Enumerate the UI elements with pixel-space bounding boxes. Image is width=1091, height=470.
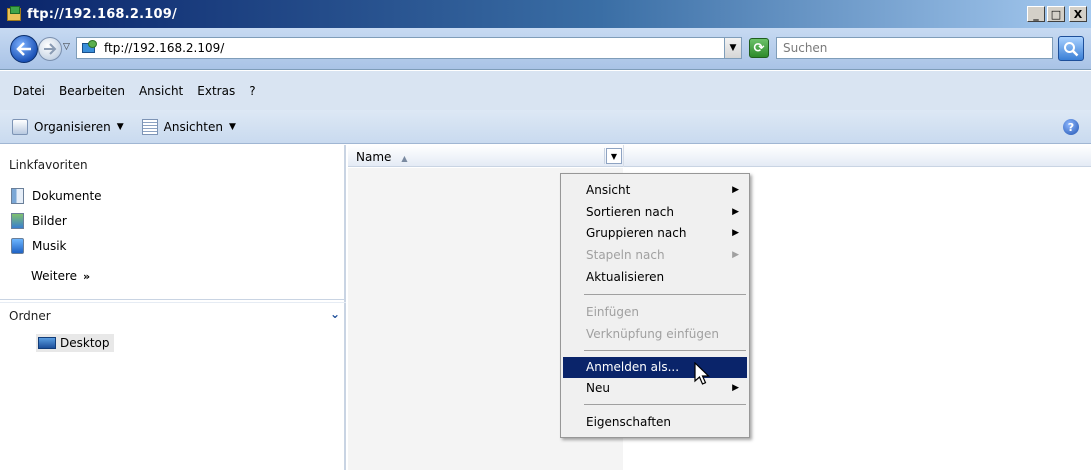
help-icon[interactable]: ? (1063, 119, 1079, 135)
music-icon (11, 238, 24, 254)
organize-button[interactable]: Organisieren ▼ (12, 118, 124, 135)
menu-view[interactable]: Ansicht (132, 84, 190, 98)
menu-extras[interactable]: Extras (190, 84, 242, 98)
menu-edit[interactable]: Bearbeiten (52, 84, 132, 98)
address-field[interactable]: ftp://192.168.2.109/ ▼ (76, 37, 742, 59)
maximize-button[interactable]: □ (1047, 6, 1065, 22)
ctx-item-new[interactable]: Neu ▶ (563, 378, 747, 399)
address-text: ftp://192.168.2.109/ (104, 41, 225, 55)
menu-separator (584, 294, 746, 295)
ctx-item-paste: Einfügen (586, 305, 639, 319)
views-icon (141, 118, 158, 135)
search-icon (1064, 41, 1079, 56)
submenu-arrow-icon: ▶ (732, 228, 739, 238)
ctx-item-login-as[interactable]: Anmelden als... (563, 357, 747, 378)
ctx-item-properties[interactable]: Eigenschaften (563, 412, 747, 433)
ctx-item-view[interactable]: Ansicht ▶ (563, 180, 747, 201)
column-header-row: Name ▲ ▼ (348, 145, 1091, 167)
submenu-arrow-icon: ▶ (732, 207, 739, 217)
title-bar: ftp://192.168.2.109/ _ □ X (0, 0, 1091, 28)
tree-item-label: Desktop (60, 336, 110, 350)
menu-separator (584, 350, 746, 351)
command-toolbar: Organisieren ▼ Ansichten ▼ ? (0, 110, 1091, 144)
pictures-icon (11, 213, 24, 229)
double-chevron-icon: » (83, 270, 91, 283)
favorite-label: Bilder (32, 214, 67, 228)
column-filter-dropdown-icon[interactable]: ▼ (606, 148, 622, 164)
chevron-down-icon[interactable]: ⌄ (330, 307, 340, 321)
ctx-item-sort-by[interactable]: Sortieren nach ▶ (563, 202, 747, 223)
column-border (623, 145, 624, 167)
organize-icon (12, 118, 28, 135)
more-label: Weitere (31, 269, 78, 283)
ctx-item-paste-shortcut: Verknüpfung einfügen (586, 327, 719, 341)
history-dropdown-icon[interactable]: ▽ (63, 42, 70, 52)
documents-icon (11, 188, 24, 204)
menu-file[interactable]: Datei (6, 84, 52, 98)
submenu-arrow-icon: ▶ (732, 250, 739, 260)
submenu-arrow-icon: ▶ (732, 185, 739, 195)
pane-divider-shadow (0, 302, 346, 303)
ctx-item-group-by[interactable]: Gruppieren nach ▶ (563, 223, 747, 244)
organize-label: Organisieren (34, 119, 111, 134)
search-button[interactable] (1058, 36, 1084, 61)
organize-dropdown-icon: ▼ (116, 121, 124, 132)
ftp-folder-icon (6, 5, 23, 23)
context-menu: Ansicht ▶ Sortieren nach ▶ Gruppieren nach… (560, 173, 750, 438)
window-title: ftp://192.168.2.109/ (27, 6, 177, 22)
search-input[interactable] (776, 37, 1053, 59)
menu-separator (584, 404, 746, 405)
views-button[interactable]: Ansichten ▼ (141, 118, 236, 135)
menu-help[interactable]: ? (242, 84, 262, 98)
forward-arrow-icon (44, 43, 57, 55)
refresh-icon: ⟳ (753, 40, 765, 56)
favorite-pictures[interactable]: Bilder (11, 213, 67, 229)
desktop-icon (38, 337, 56, 349)
favorite-label: Dokumente (32, 189, 102, 203)
minimize-button[interactable]: _ (1027, 6, 1045, 22)
back-arrow-icon (16, 42, 31, 56)
ctx-item-stack-by: Stapeln nach ▶ (563, 245, 747, 266)
pane-divider (0, 299, 346, 300)
navigation-pane: Linkfavoriten Dokumente Bilder Musik Wei… (0, 145, 346, 470)
tree-item-desktop[interactable]: Desktop (36, 334, 114, 352)
views-label: Ansichten (163, 119, 223, 134)
refresh-button[interactable]: ⟳ (749, 38, 769, 58)
ctx-item-refresh[interactable]: Aktualisieren (563, 267, 747, 288)
network-location-icon (82, 40, 98, 56)
column-header-name[interactable]: Name ▲ (356, 150, 408, 164)
window-controls: _ □ X (1027, 6, 1087, 22)
favorite-documents[interactable]: Dokumente (11, 188, 102, 204)
sort-ascending-icon: ▲ (401, 154, 408, 163)
mouse-cursor-icon (694, 362, 710, 385)
address-toolbar: ▽ ftp://192.168.2.109/ ▼ ⟳ (0, 28, 1091, 70)
favorites-title: Linkfavoriten (9, 158, 88, 172)
favorite-label: Musik (32, 239, 67, 253)
menu-bar: Datei Bearbeiten Ansicht Extras ? (0, 71, 1091, 110)
address-dropdown-icon[interactable]: ▼ (724, 38, 741, 58)
views-dropdown-icon: ▼ (228, 121, 236, 132)
forward-button[interactable] (38, 37, 62, 61)
column-separator (604, 148, 605, 164)
favorite-music[interactable]: Musik (11, 238, 67, 254)
close-button[interactable]: X (1069, 6, 1087, 22)
submenu-arrow-icon: ▶ (732, 383, 739, 393)
folders-title: Ordner (9, 309, 51, 323)
back-button[interactable] (10, 35, 38, 63)
more-favorites-link[interactable]: Weitere » (31, 269, 90, 283)
